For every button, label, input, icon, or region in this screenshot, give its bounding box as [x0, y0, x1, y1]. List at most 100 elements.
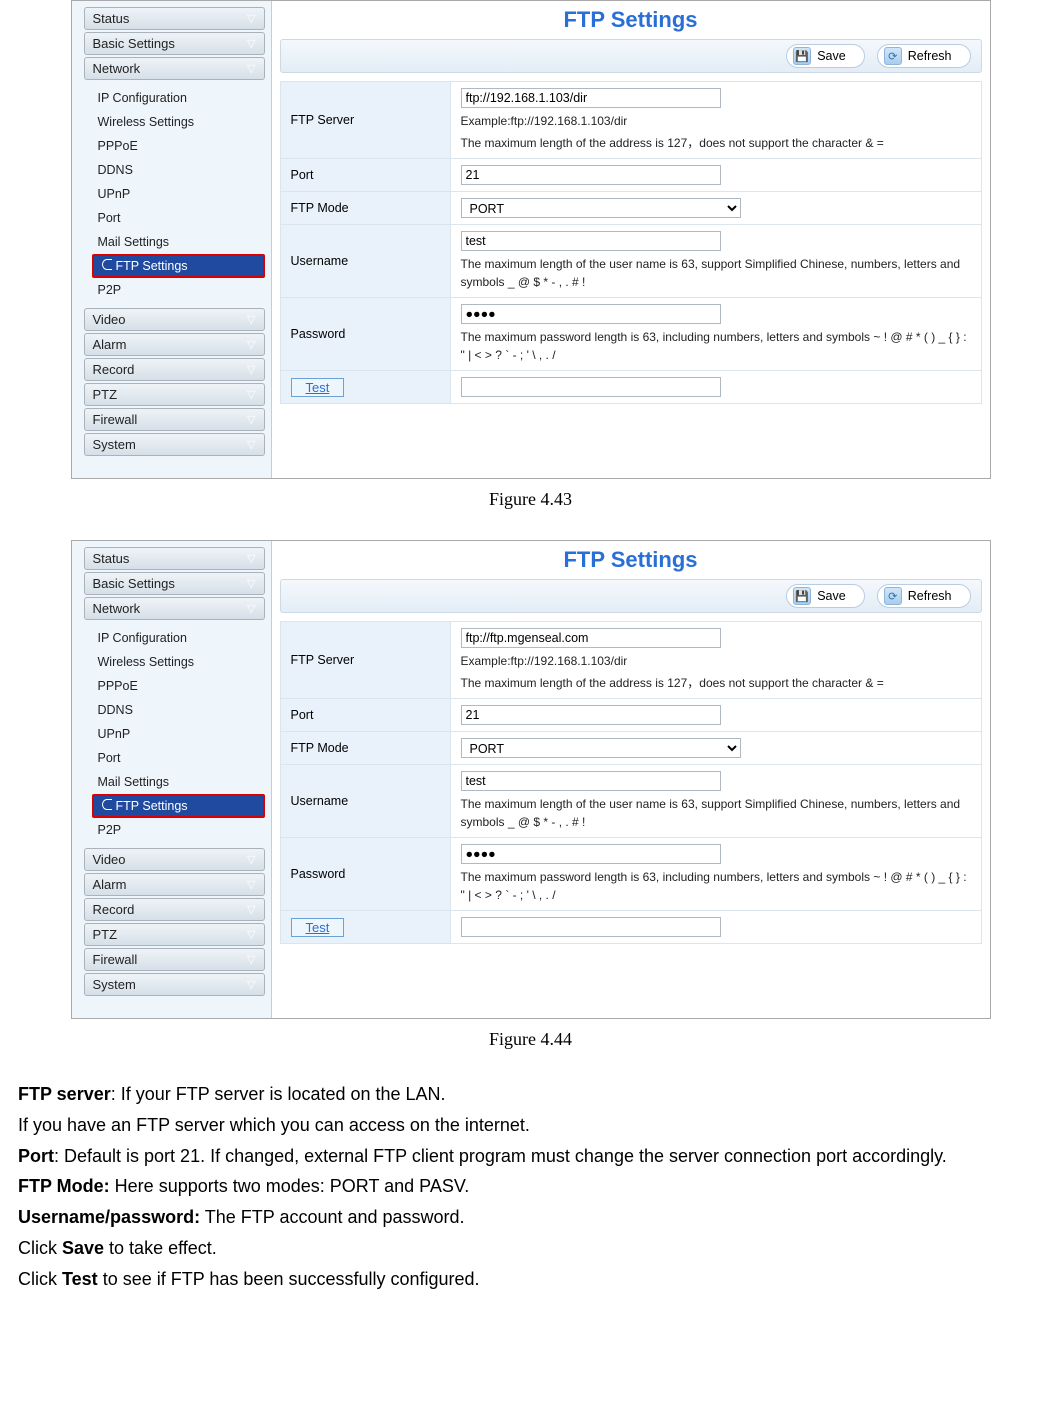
test-button[interactable]: Test — [291, 378, 345, 397]
username-input[interactable] — [461, 231, 721, 251]
label-ftp-mode: FTP Mode — [280, 192, 450, 225]
chevron-down-icon: ▽ — [247, 978, 255, 991]
network-sublist: IP Configuration Wireless Settings PPPoE… — [84, 82, 265, 306]
sidebar-cat-alarm[interactable]: Alarm▽ — [84, 873, 265, 896]
sidebar-cat-record[interactable]: Record▽ — [84, 898, 265, 921]
sidebar-item-ftp-settings[interactable]: FTP Settings — [92, 794, 265, 818]
chevron-down-icon: ▽ — [247, 62, 255, 75]
chevron-down-icon: ▽ — [247, 438, 255, 451]
refresh-icon: ⟳ — [884, 587, 902, 605]
chevron-down-icon: ▽ — [247, 413, 255, 426]
doc-p4-bold: FTP Mode: — [18, 1176, 110, 1196]
sidebar-cat-basic-settings[interactable]: Basic Settings▽ — [84, 572, 265, 595]
port-input[interactable] — [461, 705, 721, 725]
password-input[interactable] — [461, 844, 721, 864]
doc-p1-bold: FTP server — [18, 1084, 111, 1104]
sidebar: Status▽ Basic Settings▽ Network▽ IP Conf… — [72, 1, 272, 478]
sidebar-item-p2p[interactable]: P2P — [92, 818, 265, 842]
chevron-down-icon: ▽ — [247, 552, 255, 565]
sidebar-item-ip-configuration[interactable]: IP Configuration — [92, 626, 265, 650]
hint-server-max: The maximum length of the address is 127… — [461, 674, 971, 692]
doc-p2: If you have an FTP server which you can … — [18, 1111, 1018, 1140]
sidebar-cat-alarm[interactable]: Alarm▽ — [84, 333, 265, 356]
port-input[interactable] — [461, 165, 721, 185]
username-input[interactable] — [461, 771, 721, 791]
sidebar-item-upnp[interactable]: UPnP — [92, 182, 265, 206]
chevron-down-icon: ▽ — [247, 338, 255, 351]
sidebar-cat-status[interactable]: Status▽ — [84, 7, 265, 30]
ftp-mode-select[interactable]: PORT — [461, 198, 741, 218]
sidebar-item-ddns[interactable]: DDNS — [92, 158, 265, 182]
sidebar-item-upnp[interactable]: UPnP — [92, 722, 265, 746]
chevron-down-icon: ▽ — [247, 878, 255, 891]
sidebar-item-p2p[interactable]: P2P — [92, 278, 265, 302]
sidebar-item-wireless-settings[interactable]: Wireless Settings — [92, 650, 265, 674]
main-panel: FTP Settings 💾Save ⟳Refresh FTP Server E… — [272, 541, 990, 1018]
label-username: Username — [280, 765, 450, 838]
chevron-down-icon: ▽ — [247, 577, 255, 590]
doc-p3-rest: : Default is port 21. If changed, extern… — [54, 1146, 947, 1166]
sidebar-cat-video[interactable]: Video▽ — [84, 308, 265, 331]
chevron-down-icon: ▽ — [247, 853, 255, 866]
test-button[interactable]: Test — [291, 918, 345, 937]
page-title: FTP Settings — [563, 547, 697, 572]
label-password: Password — [280, 838, 450, 911]
sidebar-cat-ptz[interactable]: PTZ▽ — [84, 923, 265, 946]
sidebar-cat-network[interactable]: Network▽ — [84, 597, 265, 620]
refresh-button[interactable]: ⟳Refresh — [877, 44, 971, 68]
save-icon: 💾 — [793, 587, 811, 605]
sidebar-item-pppoe[interactable]: PPPoE — [92, 674, 265, 698]
chevron-down-icon: ▽ — [247, 602, 255, 615]
ftp-server-input[interactable] — [461, 88, 721, 108]
sidebar-cat-video[interactable]: Video▽ — [84, 848, 265, 871]
sidebar-item-port[interactable]: Port — [92, 206, 265, 230]
ftp-mode-select[interactable]: PORT — [461, 738, 741, 758]
main-panel: FTP Settings 💾Save ⟳Refresh FTP Server E… — [272, 1, 990, 478]
doc-p7b: Test — [62, 1269, 98, 1289]
sidebar-cat-system[interactable]: System▽ — [84, 973, 265, 996]
settings-table: FTP Server Example:ftp://192.168.1.103/d… — [280, 81, 982, 404]
sidebar-cat-system[interactable]: System▽ — [84, 433, 265, 456]
sidebar-item-pppoe[interactable]: PPPoE — [92, 134, 265, 158]
chevron-down-icon: ▽ — [247, 313, 255, 326]
chevron-down-icon: ▽ — [247, 928, 255, 941]
doc-p3-bold: Port — [18, 1146, 54, 1166]
test-result-input[interactable] — [461, 917, 721, 937]
ftp-server-input[interactable] — [461, 628, 721, 648]
toolbar: 💾Save ⟳Refresh — [280, 579, 982, 613]
label-username: Username — [280, 225, 450, 298]
doc-p4-rest: Here supports two modes: PORT and PASV. — [110, 1176, 470, 1196]
sidebar-item-mail-settings[interactable]: Mail Settings — [92, 230, 265, 254]
chevron-down-icon: ▽ — [247, 37, 255, 50]
doc-p6a: Click — [18, 1238, 62, 1258]
sidebar-cat-ptz[interactable]: PTZ▽ — [84, 383, 265, 406]
hint-user-max: The maximum length of the user name is 6… — [461, 255, 971, 291]
sidebar-cat-basic-settings[interactable]: Basic Settings▽ — [84, 32, 265, 55]
save-button[interactable]: 💾Save — [786, 44, 865, 68]
sidebar-item-ip-configuration[interactable]: IP Configuration — [92, 86, 265, 110]
save-button[interactable]: 💾Save — [786, 584, 865, 608]
toolbar: 💾Save ⟳Refresh — [280, 39, 982, 73]
network-sublist: IP Configuration Wireless Settings PPPoE… — [84, 622, 265, 846]
sidebar-item-mail-settings[interactable]: Mail Settings — [92, 770, 265, 794]
sidebar-cat-status[interactable]: Status▽ — [84, 547, 265, 570]
sidebar-item-ftp-settings[interactable]: FTP Settings — [92, 254, 265, 278]
chevron-down-icon: ▽ — [247, 903, 255, 916]
hint-pass-max: The maximum password length is 63, inclu… — [461, 868, 971, 904]
sidebar-cat-network[interactable]: Network▽ — [84, 57, 265, 80]
chevron-down-icon: ▽ — [247, 12, 255, 25]
doc-p1-rest: : If your FTP server is located on the L… — [111, 1084, 446, 1104]
test-result-input[interactable] — [461, 377, 721, 397]
refresh-button[interactable]: ⟳Refresh — [877, 584, 971, 608]
sidebar-cat-record[interactable]: Record▽ — [84, 358, 265, 381]
sidebar-cat-firewall[interactable]: Firewall▽ — [84, 948, 265, 971]
sidebar-item-ddns[interactable]: DDNS — [92, 698, 265, 722]
doc-p7a: Click — [18, 1269, 62, 1289]
figure-caption-44: Figure 4.44 — [0, 1029, 1061, 1050]
sidebar-cat-firewall[interactable]: Firewall▽ — [84, 408, 265, 431]
sidebar-item-wireless-settings[interactable]: Wireless Settings — [92, 110, 265, 134]
sidebar-item-port[interactable]: Port — [92, 746, 265, 770]
label-port: Port — [280, 699, 450, 732]
hint-pass-max: The maximum password length is 63, inclu… — [461, 328, 971, 364]
password-input[interactable] — [461, 304, 721, 324]
